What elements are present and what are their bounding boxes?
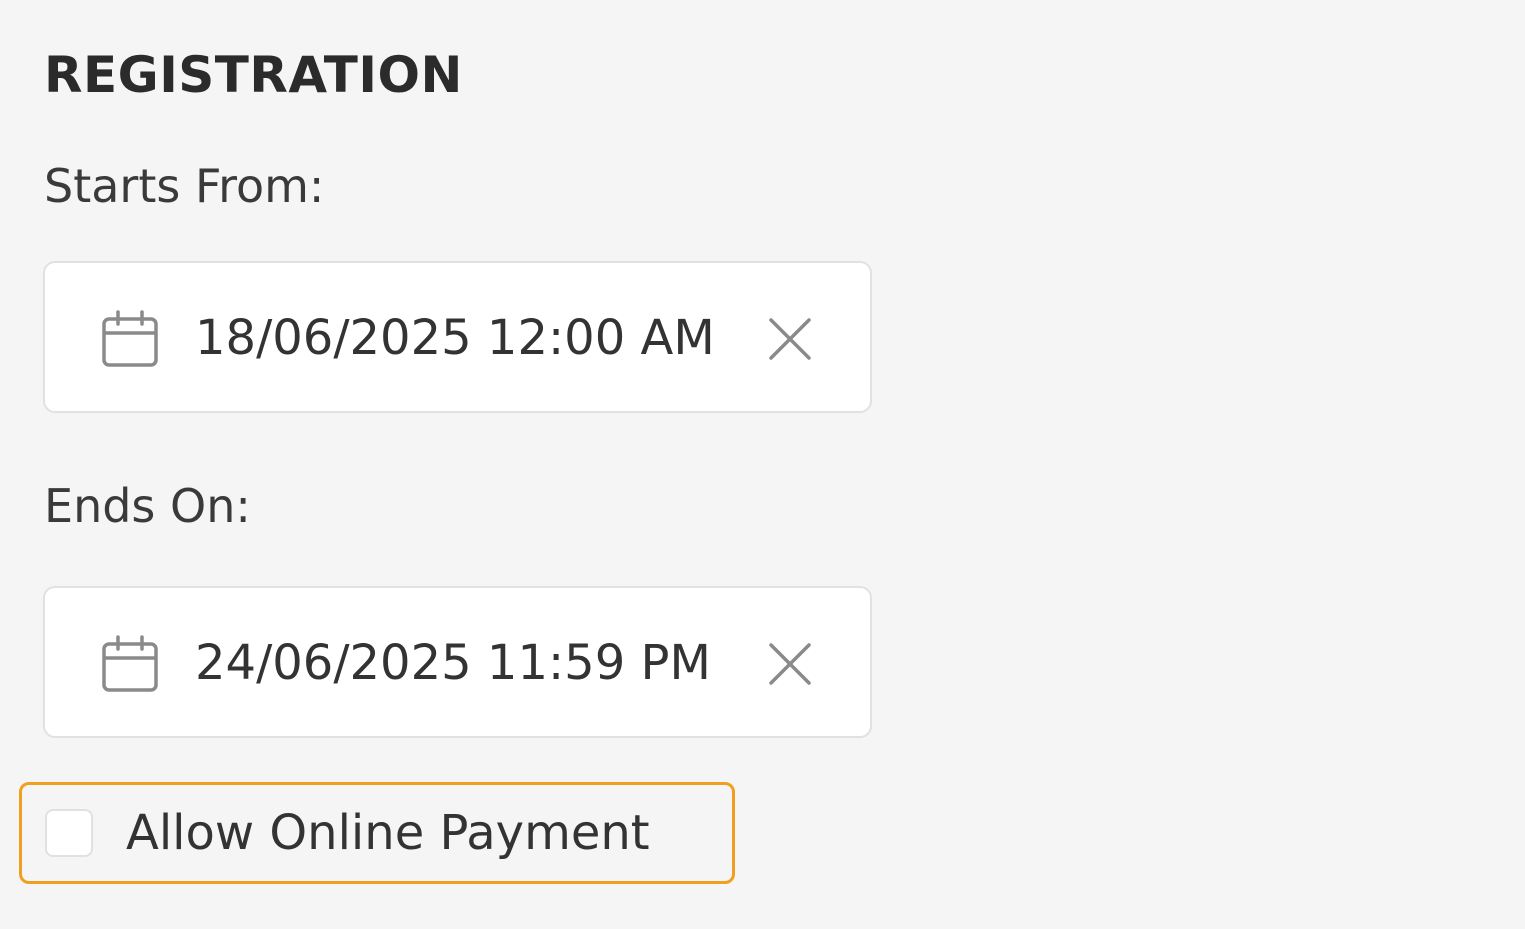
- allow-online-payment-option[interactable]: Allow Online Payment: [19, 782, 735, 884]
- ends-on-date-picker[interactable]: 24/06/2025 11:59 PM: [43, 586, 872, 738]
- section-title: REGISTRATION: [44, 46, 463, 104]
- calendar-icon: [102, 635, 158, 692]
- calendar-icon: [102, 310, 158, 367]
- allow-online-payment-label[interactable]: Allow Online Payment: [126, 802, 650, 864]
- starts-from-label: Starts From:: [44, 159, 325, 213]
- close-icon[interactable]: [765, 314, 815, 364]
- close-icon[interactable]: [765, 639, 815, 689]
- allow-online-payment-checkbox[interactable]: [45, 809, 93, 857]
- starts-from-date-picker[interactable]: 18/06/2025 12:00 AM: [43, 261, 872, 413]
- ends-on-value[interactable]: 24/06/2025 11:59 PM: [195, 632, 711, 694]
- starts-from-value[interactable]: 18/06/2025 12:00 AM: [195, 307, 715, 369]
- ends-on-label: Ends On:: [44, 479, 251, 533]
